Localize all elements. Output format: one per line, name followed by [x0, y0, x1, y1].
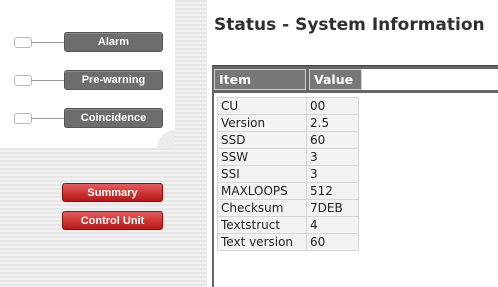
table-left-border [212, 93, 214, 287]
item-cell: Text version [217, 233, 307, 251]
item-cell: Version [217, 114, 307, 132]
pre-warning-led-icon [14, 75, 32, 86]
page-title: Status - System Information [214, 15, 485, 35]
value-cell: 512 [306, 182, 359, 200]
alarm-led-icon [14, 37, 32, 48]
column-header-item: Item [214, 69, 306, 90]
table-row: SSW 3 [217, 148, 359, 166]
item-cell: Textstruct [217, 216, 307, 234]
item-cell: MAXLOOPS [217, 182, 307, 200]
table-row: Textstruct 4 [217, 216, 359, 234]
summary-button[interactable]: Summary [62, 183, 163, 202]
item-cell: Checksum [217, 199, 307, 217]
item-cell: CU [217, 97, 307, 115]
item-cell: SSI [217, 165, 307, 183]
value-cell: 60 [306, 131, 359, 149]
table-row: Version 2.5 [217, 114, 359, 132]
table-row: SSI 3 [217, 165, 359, 183]
table-row: SSD 60 [217, 131, 359, 149]
coincidence-button[interactable]: Coincidence [64, 108, 163, 128]
value-cell: 00 [306, 97, 359, 115]
alarm-button[interactable]: Alarm [64, 32, 163, 52]
table-row: MAXLOOPS 512 [217, 182, 359, 200]
value-cell: 3 [306, 165, 359, 183]
item-cell: SSW [217, 148, 307, 166]
column-header-value: Value [309, 69, 362, 90]
coincidence-led-icon [14, 113, 32, 124]
item-cell: SSD [217, 131, 307, 149]
value-cell: 7DEB [306, 199, 359, 217]
system-info-table: Item Value CU 00 Version 2.5 SSD 60 SSW 3 SSI 3 MA… [212, 65, 498, 287]
header-filler [362, 69, 498, 90]
data-table: CU 00 Version 2.5 SSD 60 SSW 3 SSI 3 MAXLOOPS 512 Ch… [217, 97, 359, 251]
table-row: CU 00 [217, 97, 359, 115]
table-row: Checksum 7DEB [217, 199, 359, 217]
value-cell: 4 [306, 216, 359, 234]
value-cell: 60 [306, 233, 359, 251]
control-unit-button[interactable]: Control Unit [62, 211, 163, 230]
table-row: Text version 60 [217, 233, 359, 251]
pre-warning-button[interactable]: Pre-warning [64, 70, 163, 90]
value-cell: 3 [306, 148, 359, 166]
value-cell: 2.5 [306, 114, 359, 132]
